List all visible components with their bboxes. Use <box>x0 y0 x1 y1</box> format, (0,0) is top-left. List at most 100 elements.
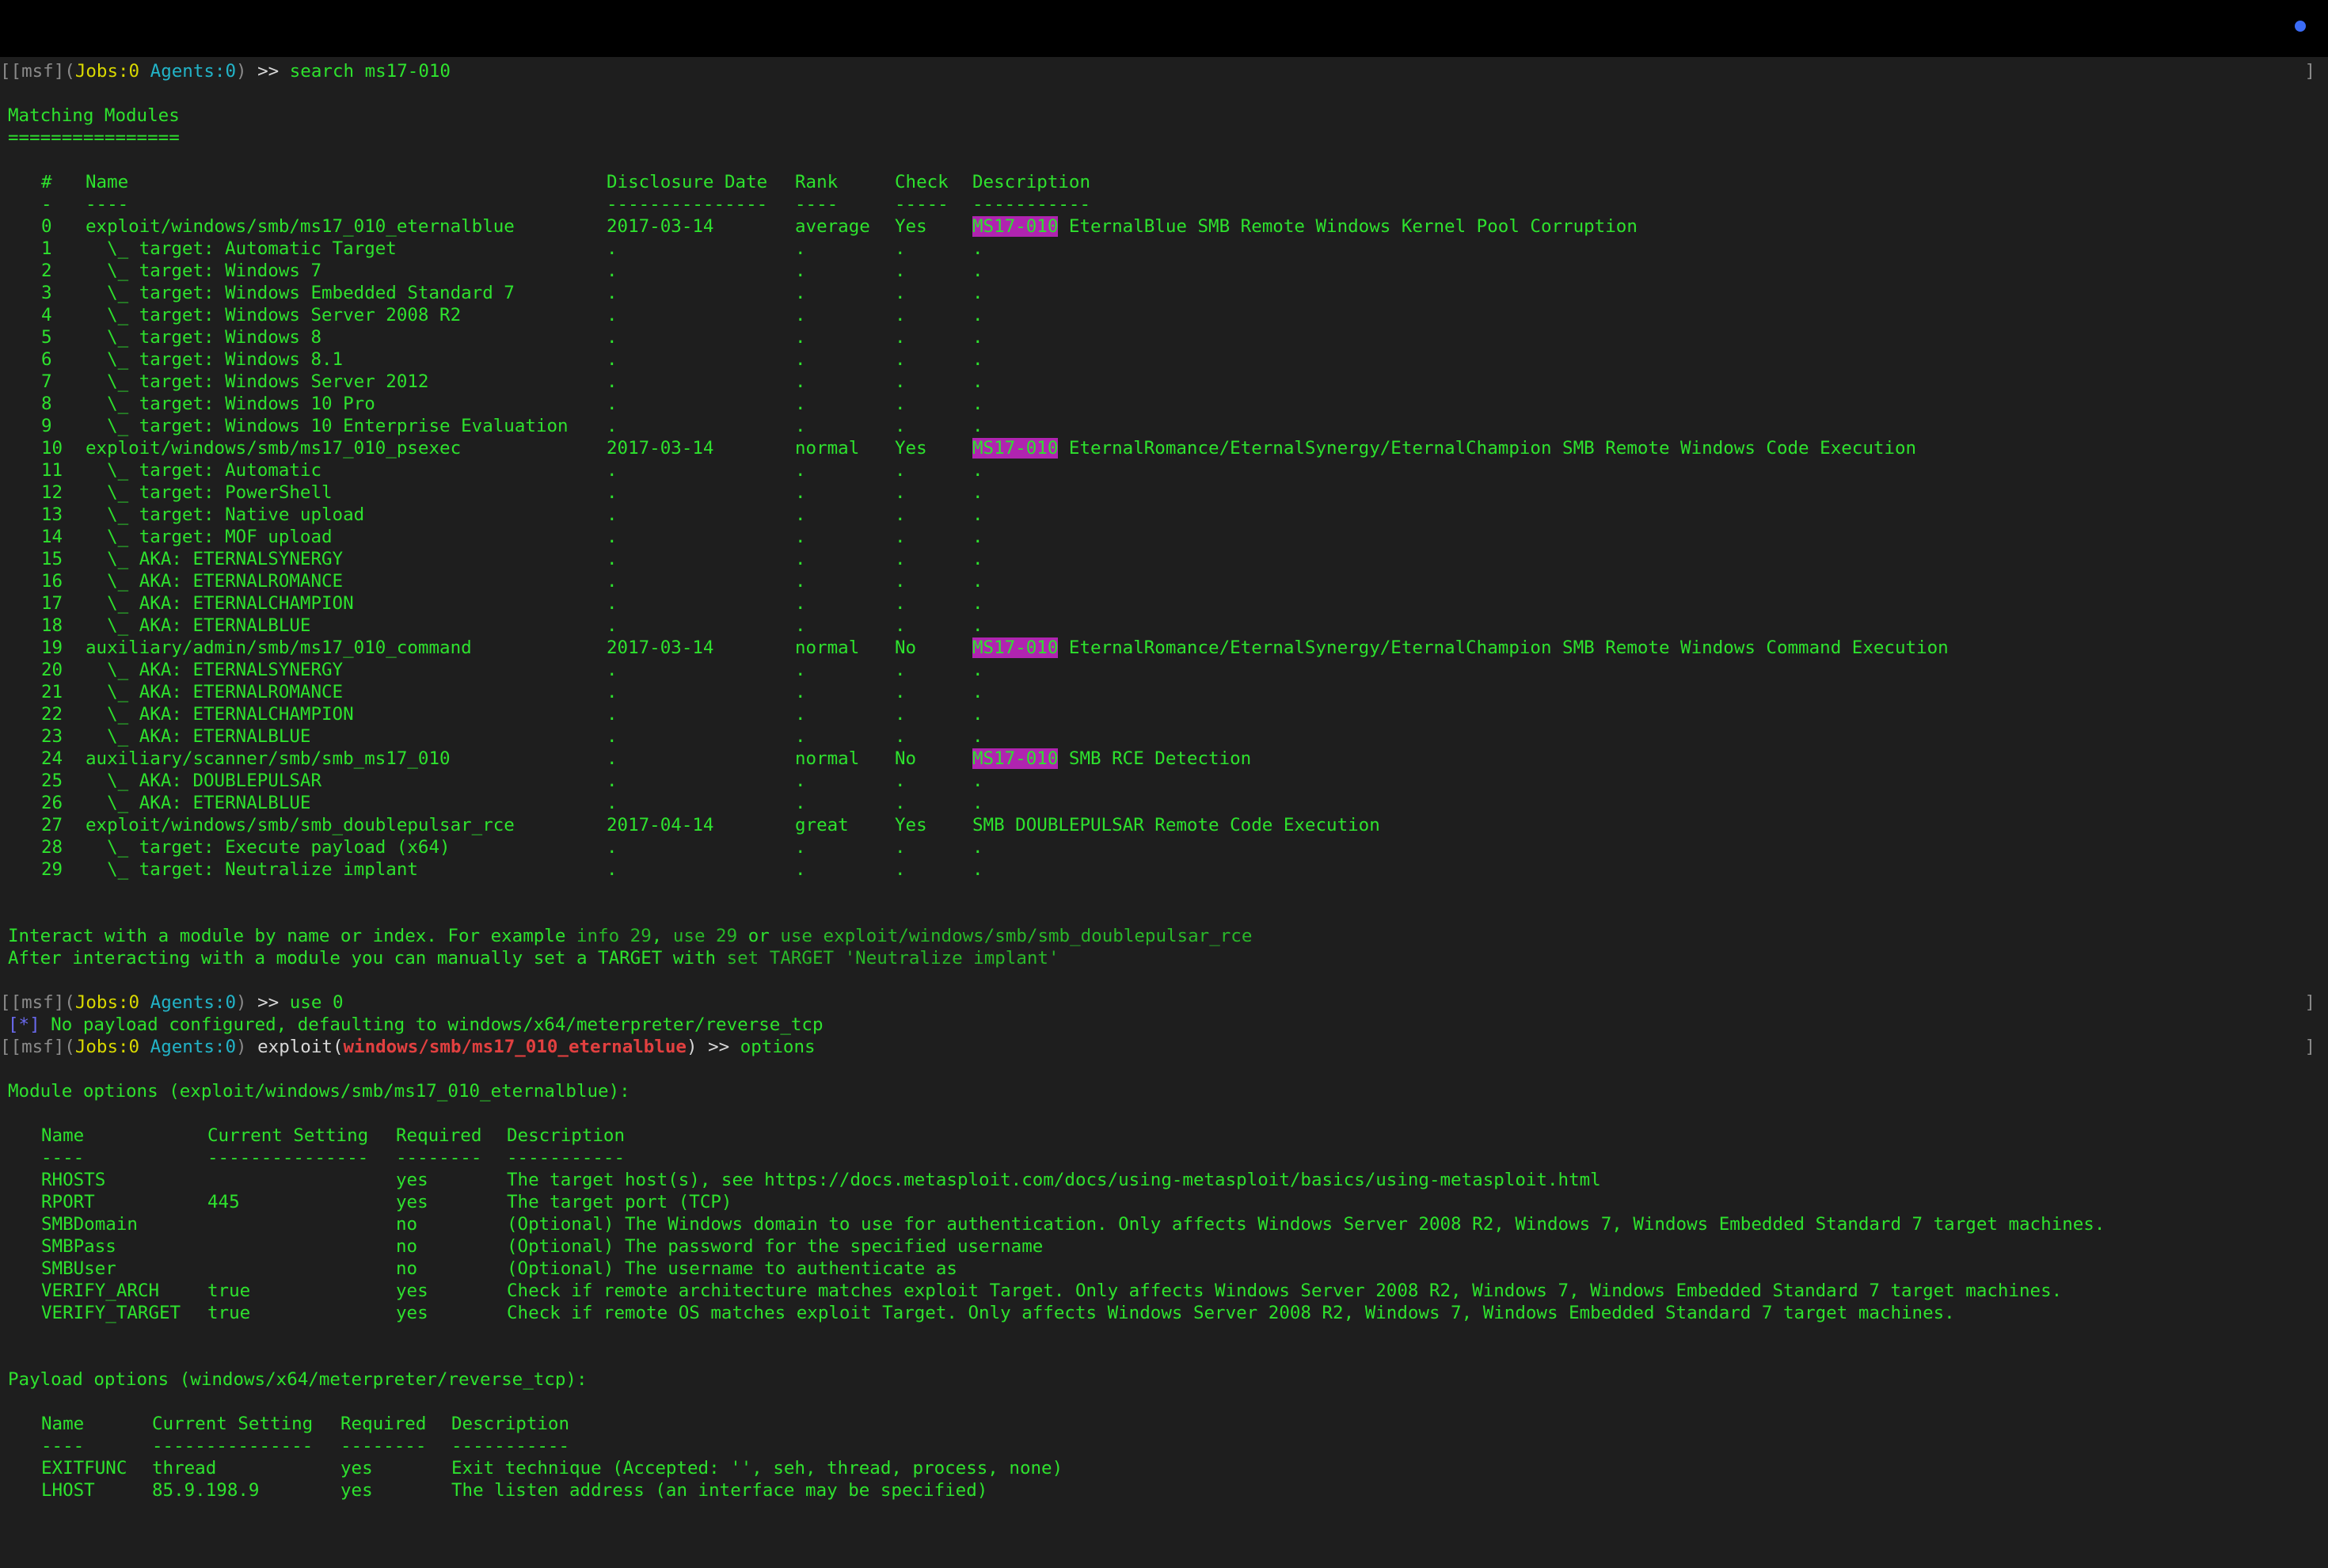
mo-col-name-header: Name <box>41 1125 85 1146</box>
search-result-row: 3 \_ target: Windows Embedded Standard 7… <box>0 282 2328 304</box>
search-result-row: 28 \_ target: Execute payload (x64).... <box>0 836 2328 858</box>
option-description: The target port (TCP) <box>507 1192 732 1212</box>
option-current-setting: thread <box>152 1458 217 1479</box>
row-rank: great <box>795 815 849 835</box>
row-check: . <box>895 793 906 813</box>
row-rank: . <box>795 283 806 303</box>
row-module-name: \_ AKA: ETERNALSYNERGY <box>86 660 344 680</box>
row-disclosure-date: . <box>607 527 618 547</box>
row-module-name: \_ target: Windows Server 2012 <box>86 371 429 392</box>
search-result-row: 10 exploit/windows/smb/ms17_010_psexec 201… <box>0 437 2328 459</box>
row-rank: . <box>795 327 806 348</box>
mo-col-desc-header: Description <box>507 1125 626 1146</box>
option-description: Exit technique (Accepted: '', seh, threa… <box>451 1458 1063 1479</box>
row-description: MS17-010 SMB RCE Detection <box>972 748 1251 770</box>
search-heading-underline: ================ <box>8 127 180 148</box>
row-description-text: . <box>972 615 983 636</box>
row-number: 26 <box>41 793 63 813</box>
row-rank: . <box>795 416 806 436</box>
option-required: yes <box>340 1458 373 1479</box>
option-name: VERIFY_ARCH <box>41 1281 160 1301</box>
row-description: . <box>972 348 983 371</box>
payload-options-table: EXITFUNC thread yes Exit technique (Accepte… <box>0 1457 2328 1501</box>
col-rank-dash: ---- <box>795 194 839 215</box>
row-check: . <box>895 660 906 680</box>
row-description-text: . <box>972 482 983 503</box>
search-result-row: 21 \_ AKA: ETERNALROMANCE.... <box>0 681 2328 703</box>
prompt-exploit-module: windows/smb/ms17_010_eternalblue <box>343 1037 687 1057</box>
prompt-line-options: [[msf](Jobs:0 Agents:0) exploit(windows/… <box>0 1036 2328 1058</box>
hint1-cmd-info: info 29 <box>576 926 652 946</box>
row-number: 4 <box>41 305 52 325</box>
row-disclosure-date: . <box>607 261 618 281</box>
row-description: MS17-010 EternalRomance/EternalSynergy/E… <box>972 437 1916 459</box>
row-check: No <box>895 637 917 658</box>
search-result-row: 16 \_ AKA: ETERNALROMANCE.... <box>0 570 2328 592</box>
option-current-setting: 85.9.198.9 <box>152 1480 260 1501</box>
row-number: 14 <box>41 527 63 547</box>
row-disclosure-date: . <box>607 615 618 636</box>
row-description: . <box>972 659 983 681</box>
row-module-name: \_ target: Windows 8.1 <box>86 349 344 370</box>
row-disclosure-date: . <box>607 726 618 747</box>
search-result-row: 1 \_ target: Automatic Target.... <box>0 238 2328 260</box>
row-rank: . <box>795 549 806 569</box>
prompt-right-bracket: ] <box>2304 992 2315 1013</box>
row-description: . <box>972 681 983 703</box>
hint1-or: or <box>737 926 781 946</box>
col-date-header: Disclosure Date <box>607 172 768 192</box>
row-disclosure-date: . <box>607 349 618 370</box>
row-module-name: \_ target: Windows 10 Enterprise Evaluat… <box>86 416 569 436</box>
prompt-arrow: >> <box>257 61 280 82</box>
row-rank: . <box>795 349 806 370</box>
row-check: . <box>895 238 906 259</box>
row-rank: . <box>795 593 806 614</box>
payload-option-row: EXITFUNC thread yes Exit technique (Accepte… <box>0 1457 2328 1479</box>
row-description-text: . <box>972 371 983 392</box>
option-required: no <box>396 1258 418 1279</box>
row-description-text: . <box>972 837 983 858</box>
option-current-setting: true <box>207 1303 251 1323</box>
row-rank: normal <box>795 637 860 658</box>
row-number: 23 <box>41 726 63 747</box>
row-disclosure-date: . <box>607 371 618 392</box>
col-num-dash: - <box>41 194 52 215</box>
option-description: The target host(s), see https://docs.met… <box>507 1170 1601 1190</box>
hint-line-1: Interact with a module by name or index.… <box>0 925 2328 947</box>
row-number: 9 <box>41 416 52 436</box>
row-description-text: SMB DOUBLEPULSAR Remote Code Execution <box>972 815 1380 835</box>
prompt-right-bracket: ] <box>2304 1037 2315 1057</box>
module-options-header: Name Current Setting Required Descriptio… <box>0 1125 2328 1147</box>
payload-options-header: Name Current Setting Required Descriptio… <box>0 1413 2328 1435</box>
mo-col-setting-header: Current Setting <box>207 1125 369 1146</box>
row-module-name: \_ AKA: ETERNALROMANCE <box>86 571 344 592</box>
row-disclosure-date: . <box>607 682 618 702</box>
row-rank: . <box>795 571 806 592</box>
row-description-text: . <box>972 549 983 569</box>
row-description: . <box>972 836 983 858</box>
terminal-output[interactable]: [[msf](Jobs:0 Agents:0) >> search ms17-0… <box>0 60 2328 1514</box>
row-module-name: auxiliary/admin/smb/ms17_010_command <box>86 637 472 658</box>
module-option-row: VERIFY_ARCH true yes Check if remote archit… <box>0 1280 2328 1302</box>
row-rank: . <box>795 704 806 725</box>
row-description: . <box>972 238 983 260</box>
row-module-name: exploit/windows/smb/smb_doublepulsar_rce <box>86 815 515 835</box>
row-check: . <box>895 482 906 503</box>
row-description-text: . <box>972 305 983 325</box>
use-output-text: No payload configured, defaulting to win… <box>40 1014 824 1035</box>
row-number: 11 <box>41 460 63 481</box>
row-module-name: \_ target: PowerShell <box>86 482 333 503</box>
po-col-setting-dash: --------------- <box>152 1436 314 1456</box>
row-description: . <box>972 858 983 881</box>
row-module-name: \_ target: Execute payload (x64) <box>86 837 451 858</box>
row-description: . <box>972 526 983 548</box>
row-description: . <box>972 304 983 326</box>
row-module-name: \_ AKA: ETERNALBLUE <box>86 726 311 747</box>
row-check: . <box>895 305 906 325</box>
row-module-name: \_ target: Windows Embedded Standard 7 <box>86 283 515 303</box>
row-description: . <box>972 371 983 393</box>
payload-options-dashes: ---- --------------- -------- ----------… <box>0 1435 2328 1457</box>
row-description-text: . <box>972 682 983 702</box>
row-number: 22 <box>41 704 63 725</box>
hint1-sep: , <box>651 926 673 946</box>
